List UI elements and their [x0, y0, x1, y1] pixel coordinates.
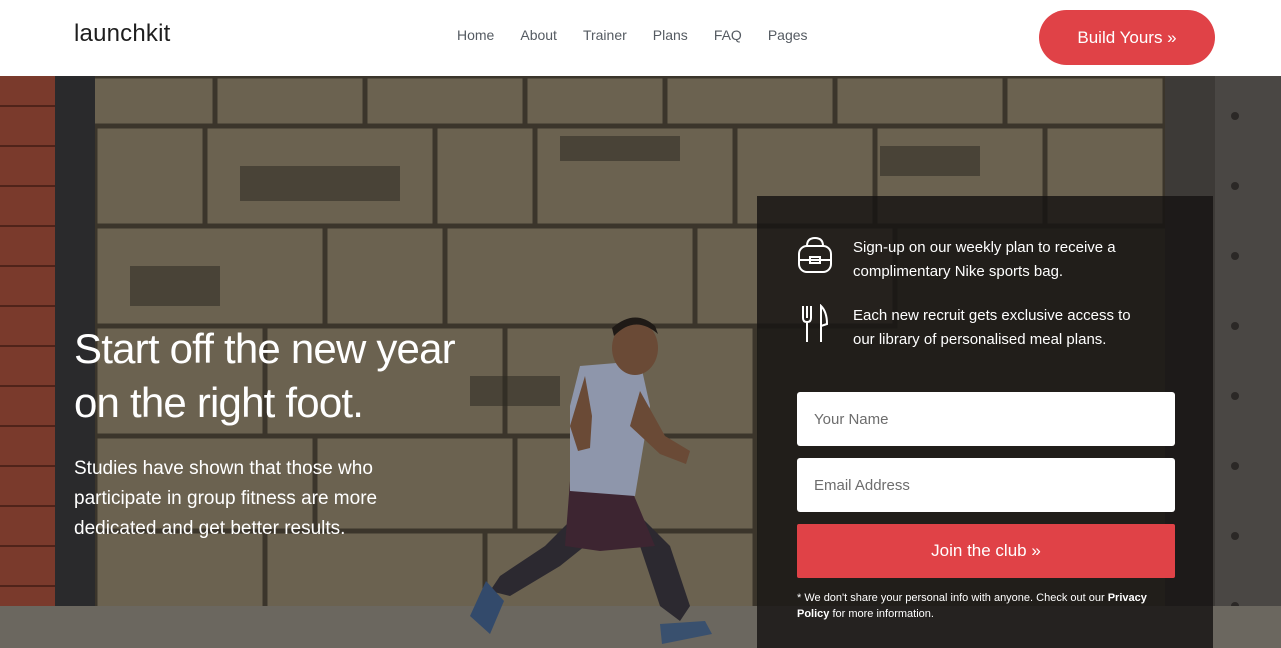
hero-title: Start off the new year on the right foot…: [74, 322, 514, 430]
signup-panel: Sign-up on our weekly plan to receive a …: [757, 196, 1213, 648]
fork-knife-icon: [802, 304, 829, 342]
bag-icon: [798, 236, 832, 273]
disclaimer-suffix: for more information.: [832, 608, 934, 620]
nav-link-home[interactable]: Home: [457, 26, 494, 44]
nav-link-faq[interactable]: FAQ: [714, 26, 742, 44]
nav-link-trainer[interactable]: Trainer: [583, 26, 627, 44]
perk-item: Each new recruit gets exclusive access t…: [797, 304, 1153, 352]
name-input[interactable]: [797, 392, 1175, 446]
nav-link-pages[interactable]: Pages: [768, 26, 808, 44]
perk-item: Sign-up on our weekly plan to receive a …: [797, 236, 1153, 284]
build-yours-button[interactable]: Build Yours »: [1039, 10, 1215, 65]
privacy-disclaimer: * We don't share your personal info with…: [797, 590, 1175, 622]
join-the-club-button[interactable]: Join the club »: [797, 524, 1175, 578]
brand-logo[interactable]: launchkit: [74, 20, 171, 48]
email-input[interactable]: [797, 458, 1175, 512]
hero-subtitle: Studies have shown that those who partic…: [74, 458, 378, 539]
hero-section: Start off the new year on the right foot…: [0, 76, 1281, 648]
hero-text-block: Start off the new year on the right foot…: [74, 322, 514, 544]
perk-text: Sign-up on our weekly plan to receive a …: [853, 239, 1116, 280]
hero-title-line-2: on the right foot.: [74, 379, 364, 426]
nav-link-about[interactable]: About: [520, 26, 557, 44]
hero-title-line-1: Start off the new year: [74, 325, 456, 372]
disclaimer-prefix: * We don't share your personal info with…: [797, 592, 1105, 604]
nav-links: Home About Trainer Plans FAQ Pages: [457, 26, 834, 44]
perk-text: Each new recruit gets exclusive access t…: [853, 307, 1131, 348]
nav-link-plans[interactable]: Plans: [653, 26, 688, 44]
navbar: launchkit Home About Trainer Plans FAQ P…: [0, 0, 1281, 76]
